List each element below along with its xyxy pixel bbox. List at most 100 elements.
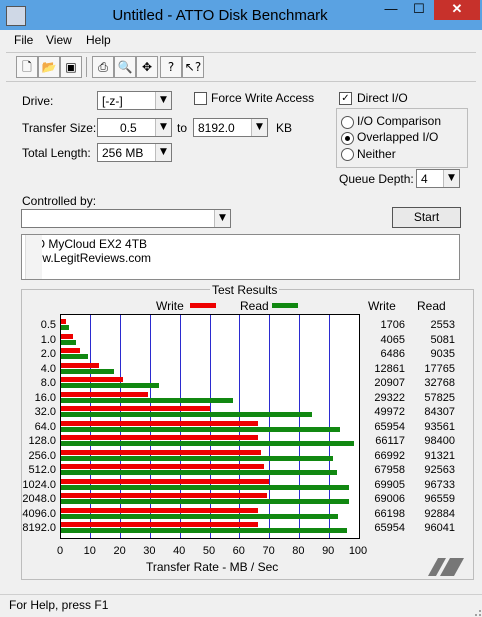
chevron-down-icon[interactable]: ▼ [214, 210, 230, 227]
save-icon[interactable]: ▣ [60, 56, 82, 78]
read-value: 96733 [424, 478, 455, 491]
chevron-down-icon[interactable]: ▼ [251, 119, 267, 136]
x-tick-label: 20 [113, 545, 126, 557]
read-value: 98400 [424, 435, 455, 447]
open-folder-icon[interactable]: 📂 [38, 56, 60, 78]
read-bar [61, 339, 77, 345]
overlapped-io-label: Overlapped I/O [357, 130, 439, 144]
overlapped-io-radio[interactable] [341, 132, 354, 145]
start-button[interactable]: Start [392, 207, 461, 228]
print-preview-icon[interactable]: 🔍 [114, 56, 136, 78]
transfer-to-select[interactable]: 8192.0 ▼ [193, 118, 268, 137]
y-tick-label: 4096.0 [22, 507, 56, 520]
queue-depth-select[interactable]: 4 ▼ [416, 169, 460, 188]
write-bar [61, 333, 74, 339]
x-tick-label: 60 [232, 545, 245, 557]
write-value: 67958 [374, 464, 405, 476]
read-column-header: Read [417, 299, 446, 313]
write-bar [61, 377, 124, 382]
write-bar [61, 319, 67, 324]
test-results-title: Test Results [210, 283, 280, 297]
read-value: 57825 [424, 391, 455, 404]
total-length-label: Total Length: [22, 146, 91, 160]
status-bar: For Help, press F1 [0, 594, 482, 617]
controlled-by-label: Controlled by: [22, 194, 97, 208]
description-line: WD MyCloud EX2 4TB [25, 237, 148, 251]
read-bar [61, 368, 114, 374]
io-comparison-radio[interactable] [341, 116, 354, 129]
read-value: 2553 [430, 319, 455, 331]
queue-depth-value: 4 [421, 172, 428, 186]
queue-depth-label: Queue Depth: [339, 172, 414, 186]
description-line: www.LegitReviews.com [25, 251, 152, 265]
transfer-from-select[interactable]: 0.5 ▼ [97, 118, 172, 137]
read-bar [61, 441, 355, 446]
y-tick-label: 128.0 [28, 435, 56, 447]
toolbar: 🗋 📂 ▣ ⎙ 🔍 ✥ ? ↖? [6, 52, 476, 82]
y-tick-label: 8192.0 [22, 522, 56, 534]
read-value: 91321 [424, 449, 455, 462]
y-tick-label: 64.0 [34, 420, 56, 433]
chevron-down-icon[interactable]: ▼ [443, 170, 459, 187]
read-value: 84307 [424, 406, 455, 418]
read-bar [61, 499, 349, 504]
read-bar [61, 484, 350, 490]
y-tick-label: 2.0 [40, 348, 56, 360]
context-help-icon[interactable]: ↖? [182, 56, 204, 78]
direct-io-label: Direct I/O [357, 91, 408, 105]
close-button[interactable]: ✕ [434, 0, 480, 20]
print-icon[interactable]: ⎙ [92, 56, 114, 78]
x-tick-label: 10 [83, 545, 96, 557]
chevron-down-icon[interactable]: ▼ [155, 119, 171, 136]
kb-label: KB [276, 121, 293, 135]
read-bar [61, 383, 159, 388]
x-tick-label: 0 [56, 545, 64, 557]
title-bar[interactable]: Untitled - ATTO Disk Benchmark — ☐ ✕ [0, 0, 482, 30]
io-comparison-label: I/O Comparison [357, 114, 442, 128]
menu-file[interactable]: File [14, 33, 33, 47]
write-bar [61, 348, 81, 353]
resize-grip-icon[interactable] [470, 605, 482, 617]
chevron-down-icon[interactable]: ▼ [155, 144, 171, 161]
x-axis-label: Transfer Rate - MB / Sec [146, 560, 279, 574]
description-textarea[interactable]: WD MyCloud EX2 4TB www.LegitReviews.com [21, 234, 460, 280]
menu-view[interactable]: View [46, 33, 72, 47]
y-tick-label: 4.0 [40, 362, 56, 375]
description-scrollbar[interactable] [25, 235, 42, 279]
y-tick-label: 256.0 [28, 449, 56, 462]
drive-select[interactable]: [-z-] ▼ [97, 91, 172, 110]
transfer-size-label: Transfer Size: [22, 121, 97, 135]
transfer-from-value: 0.5 [120, 121, 137, 135]
total-length-value: 256 MB [102, 146, 144, 160]
menu-bar: File View Help [6, 30, 476, 52]
read-bar [61, 412, 313, 417]
menu-help[interactable]: Help [86, 33, 111, 47]
y-tick-label: 2048.0 [22, 493, 56, 505]
write-bar [61, 362, 100, 368]
write-legend-swatch [190, 303, 216, 308]
write-value: 66198 [374, 507, 405, 520]
write-bar [61, 420, 258, 426]
force-write-checkbox[interactable] [194, 92, 207, 105]
write-value: 69905 [374, 478, 405, 491]
direct-io-checkbox[interactable]: ✓ [339, 92, 352, 105]
help-icon[interactable]: ? [160, 56, 182, 78]
write-bar [61, 522, 258, 527]
neither-radio[interactable] [341, 148, 354, 161]
y-tick-label: 8.0 [40, 377, 56, 389]
maximize-button[interactable]: ☐ [405, 0, 433, 20]
read-value: 32768 [424, 377, 455, 389]
write-bar [61, 478, 270, 484]
chevron-down-icon[interactable]: ▼ [155, 92, 171, 109]
read-bar [61, 470, 337, 475]
y-tick-label: 1.0 [40, 333, 56, 346]
minimize-button[interactable]: — [377, 0, 405, 20]
total-length-select[interactable]: 256 MB ▼ [97, 143, 172, 162]
controlled-by-select[interactable]: ▼ [21, 209, 231, 228]
read-value: 17765 [424, 362, 455, 375]
write-value: 66117 [375, 435, 405, 447]
new-file-icon[interactable]: 🗋 [16, 56, 38, 78]
force-write-label: Force Write Access [211, 91, 315, 105]
read-legend-swatch [272, 303, 298, 308]
move-icon[interactable]: ✥ [136, 56, 158, 78]
